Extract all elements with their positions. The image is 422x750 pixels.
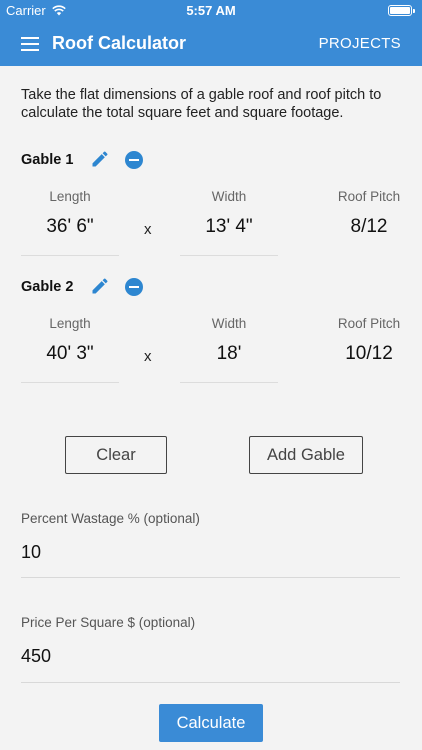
clock: 5:57 AM [186,3,236,18]
gable-2-pitch-input[interactable]: 10/12 [319,343,419,365]
gable-1-times-sign: x [144,221,152,238]
status-bar: Carrier 5:57 AM [0,0,422,22]
projects-button[interactable]: PROJECTS [319,35,401,52]
gable-1-length-input[interactable]: 36' 6" [20,216,120,238]
gable-1-width-input[interactable]: 13' 4" [179,216,279,238]
wastage-underline [21,577,400,578]
clear-button[interactable]: Clear [65,436,167,474]
hamburger-menu-icon[interactable] [21,37,39,51]
edit-pencil-icon[interactable] [90,149,110,169]
gable-2-title: Gable 2 [21,279,74,295]
gable-2-length-input[interactable]: 40' 3" [20,343,120,365]
app-bar: Roof Calculator PROJECTS [0,22,422,66]
gable-2-times-sign: x [144,348,152,365]
gable-2-pitch-label: Roof Pitch [337,316,401,331]
intro-text: Take the flat dimensions of a gable roof… [21,87,382,121]
add-gable-button[interactable]: Add Gable [249,436,363,474]
gable-1-width-label: Width [211,189,247,204]
price-input[interactable]: 450 [21,646,51,667]
gable-1-width-underline [180,255,278,256]
wastage-input[interactable]: 10 [21,542,41,563]
gable-1-length-underline [21,255,119,256]
gable-1-pitch-input[interactable]: 8/12 [319,216,419,238]
price-underline [21,682,400,683]
gable-1-title: Gable 1 [21,152,74,168]
gable-2-length-label: Length [49,316,91,331]
edit-pencil-icon[interactable] [90,276,110,296]
battery-icon [388,5,415,16]
wastage-label: Percent Wastage % (optional) [21,511,200,526]
gable-2-width-label: Width [211,316,247,331]
page-title: Roof Calculator [52,33,187,53]
gable-2-width-underline [180,382,278,383]
gable-1-length-label: Length [49,189,91,204]
remove-gable-icon[interactable] [125,151,143,169]
price-label: Price Per Square $ (optional) [21,615,196,630]
remove-gable-icon[interactable] [125,278,143,296]
gable-1-pitch-label: Roof Pitch [337,189,401,204]
gable-2-length-underline [21,382,119,383]
gable-2-width-input[interactable]: 18' [179,343,279,365]
calculate-button[interactable]: Calculate [159,704,263,742]
